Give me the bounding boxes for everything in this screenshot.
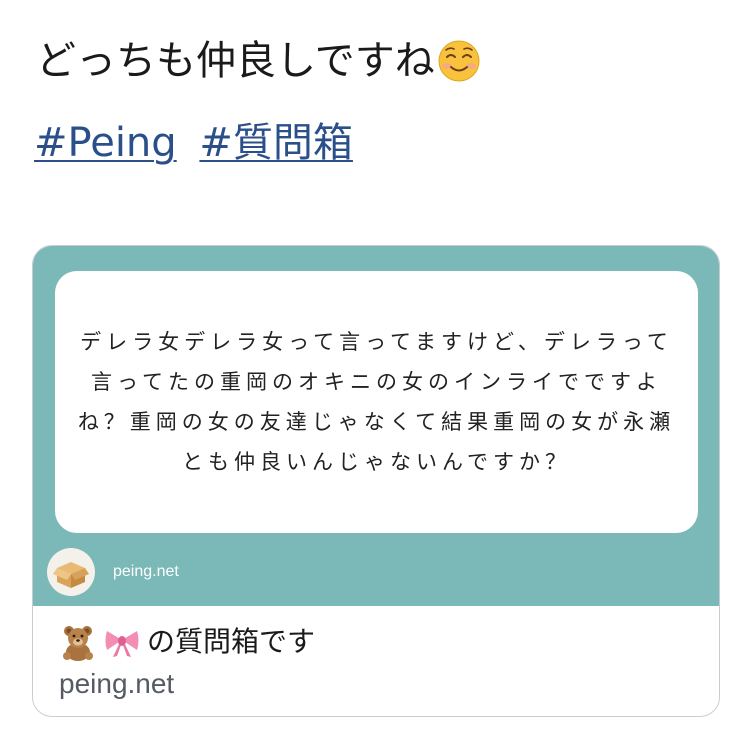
ribbon-icon (105, 631, 139, 657)
card-title: の質問箱です (59, 622, 315, 662)
card-image[interactable]: デレラ女デレラ女って言ってますけど、デレラって言ってたの重岡のオキニの女のインラ… (33, 246, 719, 606)
brand-name: peing.net (113, 563, 179, 580)
cardboard-box-icon (53, 562, 89, 588)
hashtag-link-peing[interactable]: #Peing (34, 120, 177, 166)
hashtag-row: #Peing #質問箱 (34, 116, 363, 170)
smiling-face-icon (438, 40, 480, 82)
box-logo-icon (47, 548, 95, 596)
brand-row: peing.net (47, 546, 179, 598)
tweet-text: どっちも仲良しですね (36, 34, 481, 88)
card-footer[interactable]: の質問箱です peing.net (33, 606, 719, 716)
tweet-text-body: どっちも仲良しですね (36, 38, 435, 84)
card-domain: peing.net (59, 668, 175, 699)
question-box: デレラ女デレラ女って言ってますけど、デレラって言ってたの重岡のオキニの女のインラ… (55, 271, 698, 533)
teddy-bear-icon (63, 626, 93, 661)
hashtag-link-question-box[interactable]: #質問箱 (199, 120, 353, 166)
question-text: デレラ女デレラ女って言ってますけど、デレラって言ってたの重岡のオキニの女のインラ… (77, 330, 676, 474)
card-title-text: の質問箱です (147, 625, 316, 658)
link-preview-card[interactable]: デレラ女デレラ女って言ってますけど、デレラって言ってたの重岡のオキニの女のインラ… (32, 245, 720, 717)
